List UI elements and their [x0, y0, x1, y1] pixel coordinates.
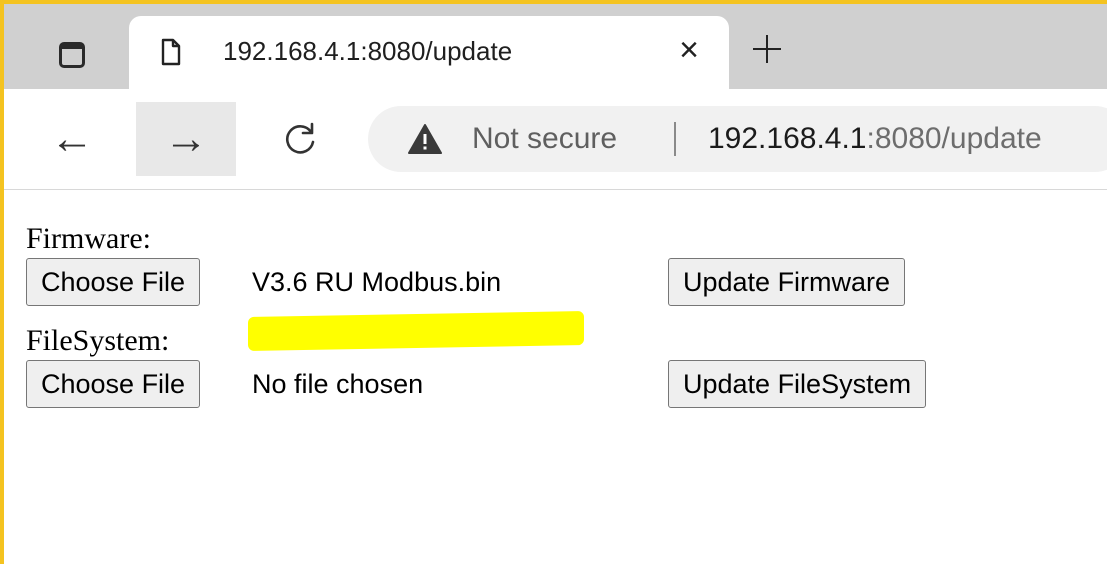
firmware-row: Choose File V3.6 RU Modbus.bin Update Fi… [26, 258, 1026, 308]
filesystem-row: Choose File No file chosen Update FileSy… [26, 360, 1026, 410]
tab-actions-button[interactable] [24, 20, 120, 89]
plus-icon[interactable] [746, 30, 786, 70]
arrow-left-icon: ← [50, 114, 94, 163]
url-host: 192.168.4.1 [708, 122, 867, 155]
security-label[interactable]: Not secure [472, 121, 617, 157]
page-icon [161, 38, 181, 66]
filesystem-label: FileSystem: [26, 324, 170, 357]
firmware-file-name: V3.6 RU Modbus.bin [252, 267, 502, 297]
firmware-label: Firmware: [26, 222, 151, 255]
update-filesystem-button[interactable]: Update FileSystem [668, 360, 927, 408]
forward-button[interactable]: → [136, 102, 236, 176]
warning-triangle-icon[interactable] [408, 123, 442, 155]
browser-window: 192.168.4.1:8080/update × ← → Not secure [0, 0, 1107, 564]
filesystem-file-name: No file chosen [252, 369, 424, 399]
filesystem-choose-file-button[interactable]: Choose File [26, 360, 201, 408]
address-separator [674, 122, 676, 156]
tab-strip: 192.168.4.1:8080/update × [4, 4, 1107, 93]
arrow-right-icon: → [164, 114, 208, 163]
reload-icon [285, 122, 315, 154]
tab-title: 192.168.4.1:8080/update [223, 36, 513, 66]
toolbar: ← → Not secure 192.168.4.1:8080/update [4, 89, 1107, 190]
update-firmware-button[interactable]: Update Firmware [668, 258, 906, 306]
address-bar[interactable]: Not secure 192.168.4.1:8080/update [368, 106, 1107, 172]
url-path: :8080/update [866, 122, 1042, 155]
active-tab[interactable]: 192.168.4.1:8080/update × [129, 16, 729, 93]
close-icon[interactable]: × [669, 30, 709, 70]
highlight-mark [248, 311, 584, 351]
url-text[interactable]: 192.168.4.1:8080/update [708, 121, 1042, 157]
tab-actions-icon [59, 41, 85, 68]
firmware-choose-file-button[interactable]: Choose File [26, 258, 201, 306]
back-button[interactable]: ← [22, 102, 122, 176]
reload-button[interactable] [250, 102, 350, 176]
